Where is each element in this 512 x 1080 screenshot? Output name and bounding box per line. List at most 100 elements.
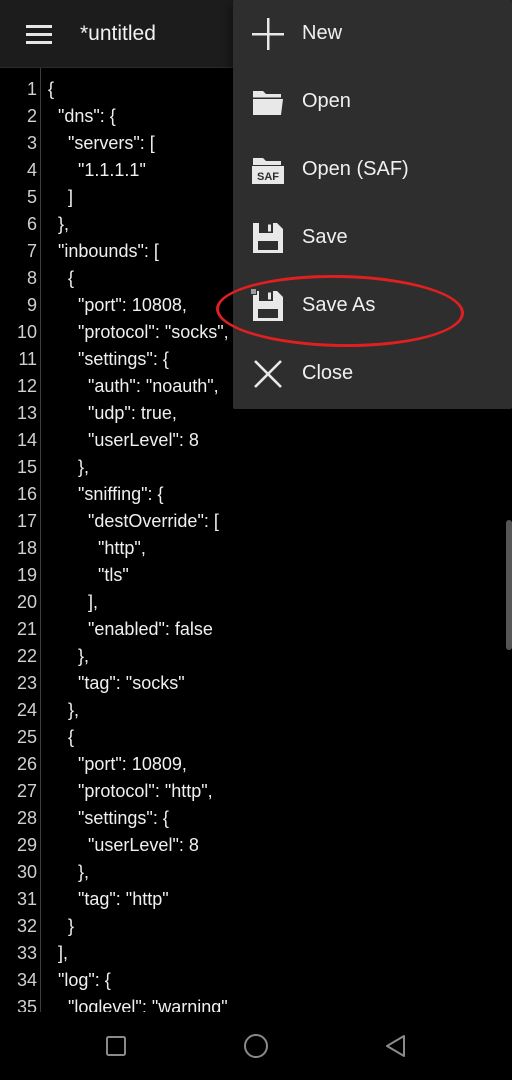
line-number: 27 — [16, 781, 37, 801]
code-text[interactable]: { — [48, 724, 74, 751]
code-line[interactable]: 15 }, — [0, 454, 512, 481]
saf-badge: SAF — [257, 171, 279, 183]
menu-item-open-saf[interactable]: SAF Open (SAF) — [233, 136, 512, 204]
menu-item-open[interactable]: Open — [233, 68, 512, 136]
line-number: 32 — [16, 916, 37, 936]
code-text[interactable]: "dns": { — [48, 103, 116, 130]
code-text[interactable]: "port": 10809, — [48, 751, 187, 778]
code-text[interactable]: }, — [48, 697, 79, 724]
code-text[interactable]: "1.1.1.1" — [48, 157, 146, 184]
code-text[interactable]: "inbounds": [ — [48, 238, 159, 265]
line-number: 33 — [16, 943, 37, 963]
line-number: 2 — [26, 106, 37, 126]
document-title: *untitled — [80, 22, 156, 45]
line-number: 24 — [16, 700, 37, 720]
code-line[interactable]: 23 "tag": "socks" — [0, 670, 512, 697]
scrollbar-thumb[interactable] — [506, 520, 512, 650]
code-text[interactable]: "sniffing": { — [48, 481, 164, 508]
menu-item-new[interactable]: New — [233, 0, 512, 68]
line-number: 3 — [26, 133, 37, 153]
line-number: 18 — [16, 538, 37, 558]
line-number: 11 — [18, 349, 37, 369]
code-line[interactable]: 18 "http", — [0, 535, 512, 562]
code-text[interactable]: "loglevel": "warning" — [48, 994, 228, 1012]
code-text[interactable]: "userLevel": 8 — [48, 427, 199, 454]
line-number: 8 — [26, 268, 37, 288]
code-text[interactable]: "protocol": "http", — [48, 778, 213, 805]
line-number: 21 — [16, 619, 37, 639]
system-navigation-bar — [0, 1012, 512, 1080]
code-text[interactable]: "userLevel": 8 — [48, 832, 199, 859]
code-line[interactable]: 35 "loglevel": "warning" — [0, 994, 512, 1012]
code-line[interactable]: 25 { — [0, 724, 512, 751]
folder-saf-icon: SAF — [252, 158, 284, 184]
line-number: 7 — [26, 241, 37, 261]
code-line[interactable]: 22 }, — [0, 643, 512, 670]
code-text[interactable]: }, — [48, 211, 69, 238]
line-number: 15 — [16, 457, 37, 477]
code-text[interactable]: ], — [48, 940, 68, 967]
code-text[interactable]: } — [48, 913, 74, 940]
code-text[interactable]: ], — [48, 589, 98, 616]
code-text[interactable]: "udp": true, — [48, 400, 177, 427]
menu-item-label: New — [302, 22, 343, 44]
line-number: 29 — [16, 835, 37, 855]
line-number: 23 — [16, 673, 37, 693]
code-text[interactable]: "tls" — [48, 562, 129, 589]
menu-item-close[interactable]: Close — [233, 340, 512, 408]
code-text[interactable]: "enabled": false — [48, 616, 213, 643]
code-line[interactable]: 19 "tls" — [0, 562, 512, 589]
code-line[interactable]: 31 "tag": "http" — [0, 886, 512, 913]
hamburger-menu-icon[interactable] — [26, 24, 54, 44]
code-text[interactable]: "servers": [ — [48, 130, 155, 157]
code-line[interactable]: 27 "protocol": "http", — [0, 778, 512, 805]
code-line[interactable]: 33 ], — [0, 940, 512, 967]
line-number: 4 — [26, 160, 37, 180]
line-number: 9 — [26, 295, 37, 315]
code-line[interactable]: 30 }, — [0, 859, 512, 886]
menu-item-label: Save — [302, 226, 348, 248]
code-text[interactable]: }, — [48, 454, 89, 481]
code-text[interactable]: }, — [48, 643, 89, 670]
code-text[interactable]: { — [48, 76, 54, 103]
code-line[interactable]: 14 "userLevel": 8 — [0, 427, 512, 454]
code-text[interactable]: "auth": "noauth", — [48, 373, 219, 400]
code-text[interactable]: }, — [48, 859, 89, 886]
code-line[interactable]: 26 "port": 10809, — [0, 751, 512, 778]
line-number: 16 — [16, 484, 37, 504]
menu-item-save[interactable]: Save — [233, 204, 512, 272]
overflow-menu: New Open SAF Open (SAF) Save Save As Clo… — [233, 0, 512, 409]
triangle-back-icon[interactable] — [382, 1032, 410, 1060]
line-number: 17 — [16, 511, 37, 531]
code-line[interactable]: 17 "destOverride": [ — [0, 508, 512, 535]
circle-home-icon[interactable] — [242, 1032, 270, 1060]
code-line[interactable]: 20 ], — [0, 589, 512, 616]
menu-item-label: Close — [302, 362, 354, 384]
code-text[interactable]: "port": 10808, — [48, 292, 187, 319]
code-line[interactable]: 32 } — [0, 913, 512, 940]
code-text[interactable]: "settings": { — [48, 805, 169, 832]
code-text[interactable]: ] — [48, 184, 73, 211]
code-text[interactable]: "log": { — [48, 967, 111, 994]
menu-item-label: Open (SAF) — [302, 158, 409, 180]
line-number: 35 — [16, 997, 37, 1012]
code-text[interactable]: "tag": "http" — [48, 886, 169, 913]
code-text[interactable]: "protocol": "socks", — [48, 319, 229, 346]
code-line[interactable]: 24 }, — [0, 697, 512, 724]
code-text[interactable]: "tag": "socks" — [48, 670, 185, 697]
line-number: 10 — [16, 322, 37, 342]
code-line[interactable]: 28 "settings": { — [0, 805, 512, 832]
code-line[interactable]: 21 "enabled": false — [0, 616, 512, 643]
app-root: *untitled 35 "loglevel": "warning" 34 "lo… — [0, 0, 512, 1080]
code-line[interactable]: 16 "sniffing": { — [0, 481, 512, 508]
code-text[interactable]: "http", — [48, 535, 146, 562]
line-number: 34 — [16, 970, 37, 990]
code-text[interactable]: { — [48, 265, 74, 292]
code-text[interactable]: "settings": { — [48, 346, 169, 373]
line-number: 31 — [16, 889, 37, 909]
line-number: 30 — [16, 862, 37, 882]
code-text[interactable]: "destOverride": [ — [48, 508, 219, 535]
code-line[interactable]: 29 "userLevel": 8 — [0, 832, 512, 859]
code-line[interactable]: 34 "log": { — [0, 967, 512, 994]
square-recents-icon[interactable] — [102, 1032, 130, 1060]
